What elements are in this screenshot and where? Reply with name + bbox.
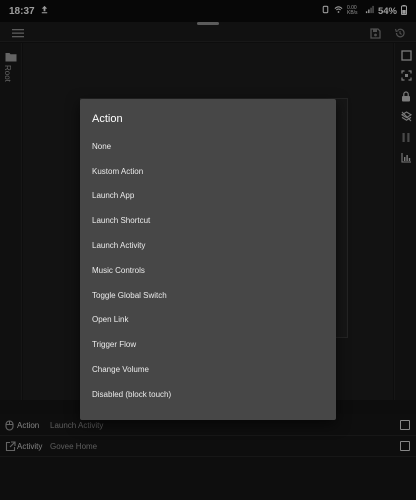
option-launch-activity[interactable]: Launch Activity [80, 233, 336, 258]
option-launch-app[interactable]: Launch App [80, 184, 336, 209]
dialog-title: Action [92, 113, 123, 125]
option-kustom-action[interactable]: Kustom Action [80, 159, 336, 184]
option-trigger-flow[interactable]: Trigger Flow [80, 332, 336, 357]
option-toggle-global-switch[interactable]: Toggle Global Switch [80, 283, 336, 308]
option-open-link[interactable]: Open Link [80, 308, 336, 333]
option-change-volume[interactable]: Change Volume [80, 357, 336, 382]
option-music-controls[interactable]: Music Controls [80, 258, 336, 283]
option-disabled-block-touch[interactable]: Disabled (block touch) [80, 382, 336, 407]
action-dialog: Action None Kustom Action Launch App Lau… [80, 99, 336, 420]
option-launch-shortcut[interactable]: Launch Shortcut [80, 208, 336, 233]
option-none[interactable]: None [80, 134, 336, 159]
action-options-list: None Kustom Action Launch App Launch Sho… [80, 134, 336, 407]
